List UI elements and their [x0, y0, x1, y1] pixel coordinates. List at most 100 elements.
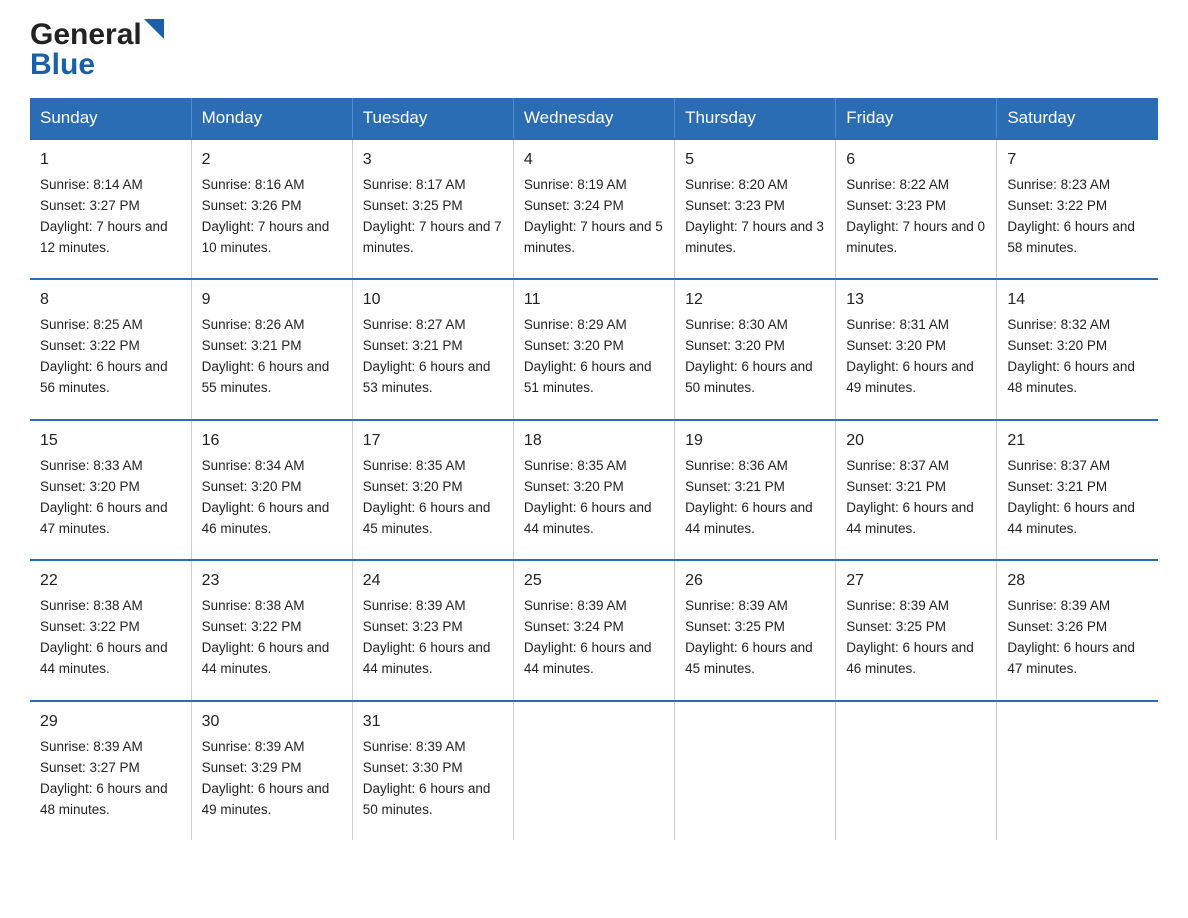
sunrise-label: Sunrise: 8:31 AM — [846, 317, 949, 332]
day-number: 8 — [40, 288, 181, 313]
sunrise-label: Sunrise: 8:32 AM — [1007, 317, 1110, 332]
sunset-label: Sunset: 3:20 PM — [524, 479, 624, 494]
calendar-cell: 2 Sunrise: 8:16 AM Sunset: 3:26 PM Daylight… — [191, 139, 352, 279]
sunrise-label: Sunrise: 8:20 AM — [685, 177, 788, 192]
day-number: 22 — [40, 569, 181, 594]
calendar-cell: 25Sunrise: 8:39 AMSunset: 3:24 PMDayligh… — [513, 560, 674, 700]
calendar-cell: 29Sunrise: 8:39 AMSunset: 3:27 PMDayligh… — [30, 701, 191, 840]
day-number: 17 — [363, 429, 503, 454]
day-number: 2 — [202, 148, 342, 173]
daylight-label: Daylight: 6 hours and 47 minutes. — [40, 500, 168, 536]
calendar-cell: 6Sunrise: 8:22 AMSunset: 3:23 PMDaylight… — [836, 139, 997, 279]
sunrise-label: Sunrise: 8:39 AM — [846, 598, 949, 613]
sunrise-label: Sunrise: 8:39 AM — [363, 739, 466, 754]
sunrise-label: Sunrise: 8:39 AM — [524, 598, 627, 613]
daylight-label: Daylight: 7 hours and 10 minutes. — [202, 219, 330, 255]
sunrise-label: Sunrise: 8:37 AM — [1007, 458, 1110, 473]
header-thursday: Thursday — [675, 98, 836, 139]
day-number: 21 — [1007, 429, 1148, 454]
sunrise-label: Sunrise: 8:37 AM — [846, 458, 949, 473]
calendar-cell: 23Sunrise: 8:38 AMSunset: 3:22 PMDayligh… — [191, 560, 352, 700]
calendar-header-row: SundayMondayTuesdayWednesdayThursdayFrid… — [30, 98, 1158, 139]
sunset-label: Sunset: 3:21 PM — [363, 338, 463, 353]
daylight-label: Daylight: 7 hours and 0 minutes. — [846, 219, 985, 255]
day-number: 9 — [202, 288, 342, 313]
daylight-label: Daylight: 6 hours and 44 minutes. — [524, 640, 652, 676]
daylight-label: Daylight: 7 hours and 3 minutes. — [685, 219, 824, 255]
calendar-cell: 13Sunrise: 8:31 AMSunset: 3:20 PMDayligh… — [836, 279, 997, 419]
sunset-label: Sunset: 3:22 PM — [1007, 198, 1107, 213]
daylight-label: Daylight: 6 hours and 44 minutes. — [846, 500, 974, 536]
sunrise-label: Sunrise: 8:16 AM — [202, 177, 305, 192]
daylight-label: Daylight: 7 hours and 7 minutes. — [363, 219, 502, 255]
logo-arrow-icon — [144, 19, 172, 47]
calendar-cell: 16Sunrise: 8:34 AMSunset: 3:20 PMDayligh… — [191, 420, 352, 560]
sunrise-label: Sunrise: 8:35 AM — [524, 458, 627, 473]
calendar-cell: 27Sunrise: 8:39 AMSunset: 3:25 PMDayligh… — [836, 560, 997, 700]
header-monday: Monday — [191, 98, 352, 139]
calendar-cell: 24Sunrise: 8:39 AMSunset: 3:23 PMDayligh… — [352, 560, 513, 700]
calendar-cell: 10Sunrise: 8:27 AMSunset: 3:21 PMDayligh… — [352, 279, 513, 419]
day-number: 18 — [524, 429, 664, 454]
header-saturday: Saturday — [997, 98, 1158, 139]
day-number: 25 — [524, 569, 664, 594]
week-row-4: 22 Sunrise: 8:38 AM Sunset: 3:22 PM Dayligh… — [30, 560, 1158, 700]
sunset-label: Sunset: 3:22 PM — [40, 338, 140, 353]
day-number: 14 — [1007, 288, 1148, 313]
daylight-label: Daylight: 6 hours and 44 minutes. — [363, 640, 491, 676]
daylight-label: Daylight: 6 hours and 53 minutes. — [363, 359, 491, 395]
daylight-label: Daylight: 6 hours and 45 minutes. — [363, 500, 491, 536]
sunset-label: Sunset: 3:29 PM — [202, 760, 302, 775]
calendar-cell: 11Sunrise: 8:29 AMSunset: 3:20 PMDayligh… — [513, 279, 674, 419]
daylight-label: Daylight: 6 hours and 44 minutes. — [1007, 500, 1135, 536]
sunrise-label: Sunrise: 8:38 AM — [40, 598, 143, 613]
daylight-label: Daylight: 6 hours and 44 minutes. — [202, 640, 330, 676]
day-number: 28 — [1007, 569, 1148, 594]
calendar-cell: 3Sunrise: 8:17 AMSunset: 3:25 PMDaylight… — [352, 139, 513, 279]
sunrise-label: Sunrise: 8:39 AM — [685, 598, 788, 613]
sunrise-label: Sunrise: 8:33 AM — [40, 458, 143, 473]
header-wednesday: Wednesday — [513, 98, 674, 139]
sunset-label: Sunset: 3:26 PM — [202, 198, 302, 213]
calendar-cell: 1Sunrise: 8:14 AMSunset: 3:27 PMDaylight… — [30, 139, 191, 279]
sunset-label: Sunset: 3:20 PM — [685, 338, 785, 353]
sunrise-label: Sunrise: 8:39 AM — [363, 598, 466, 613]
sunset-label: Sunset: 3:20 PM — [363, 479, 463, 494]
sunrise-label: Sunrise: 8:39 AM — [1007, 598, 1110, 613]
sunset-label: Sunset: 3:20 PM — [846, 338, 946, 353]
sunset-label: Sunset: 3:30 PM — [363, 760, 463, 775]
daylight-label: Daylight: 6 hours and 47 minutes. — [1007, 640, 1135, 676]
calendar-cell: 30Sunrise: 8:39 AMSunset: 3:29 PMDayligh… — [191, 701, 352, 840]
calendar-cell — [836, 701, 997, 840]
day-number: 23 — [202, 569, 342, 594]
sunset-label: Sunset: 3:21 PM — [1007, 479, 1107, 494]
calendar-cell: 21 Sunrise: 8:37 AM Sunset: 3:21 PM Dayligh… — [997, 420, 1158, 560]
calendar-cell: 18Sunrise: 8:35 AMSunset: 3:20 PMDayligh… — [513, 420, 674, 560]
week-row-5: 29Sunrise: 8:39 AMSunset: 3:27 PMDayligh… — [30, 701, 1158, 840]
calendar-cell: 14Sunrise: 8:32 AMSunset: 3:20 PMDayligh… — [997, 279, 1158, 419]
daylight-label: Daylight: 6 hours and 45 minutes. — [685, 640, 813, 676]
calendar-cell: 31Sunrise: 8:39 AMSunset: 3:30 PMDayligh… — [352, 701, 513, 840]
sunrise-label: Sunrise: 8:39 AM — [40, 739, 143, 754]
week-row-3: 15Sunrise: 8:33 AMSunset: 3:20 PMDayligh… — [30, 420, 1158, 560]
day-number: 4 — [524, 148, 664, 173]
sunset-label: Sunset: 3:23 PM — [363, 619, 463, 634]
calendar-cell — [513, 701, 674, 840]
calendar-cell: 22Sunrise: 8:38 AMSunset: 3:22 PMDayligh… — [30, 560, 191, 700]
sunset-label: Sunset: 3:23 PM — [846, 198, 946, 213]
day-number: 30 — [202, 710, 342, 735]
daylight-label: Daylight: 6 hours and 44 minutes. — [685, 500, 813, 536]
daylight-label: Daylight: 6 hours and 50 minutes. — [363, 781, 491, 817]
sunset-label: Sunset: 3:21 PM — [202, 338, 302, 353]
sunset-label: Sunset: 3:21 PM — [846, 479, 946, 494]
day-number: 3 — [363, 148, 503, 173]
sunset-label: Sunset: 3:24 PM — [524, 198, 624, 213]
sunrise-label: Sunrise: 8:30 AM — [685, 317, 788, 332]
sunrise-label: Sunrise: 8:17 AM — [363, 177, 466, 192]
sunset-label: Sunset: 3:20 PM — [1007, 338, 1107, 353]
header-friday: Friday — [836, 98, 997, 139]
calendar-cell: 9Sunrise: 8:26 AMSunset: 3:21 PMDaylight… — [191, 279, 352, 419]
sunrise-label: Sunrise: 8:27 AM — [363, 317, 466, 332]
sunset-label: Sunset: 3:22 PM — [40, 619, 140, 634]
sunset-label: Sunset: 3:20 PM — [524, 338, 624, 353]
